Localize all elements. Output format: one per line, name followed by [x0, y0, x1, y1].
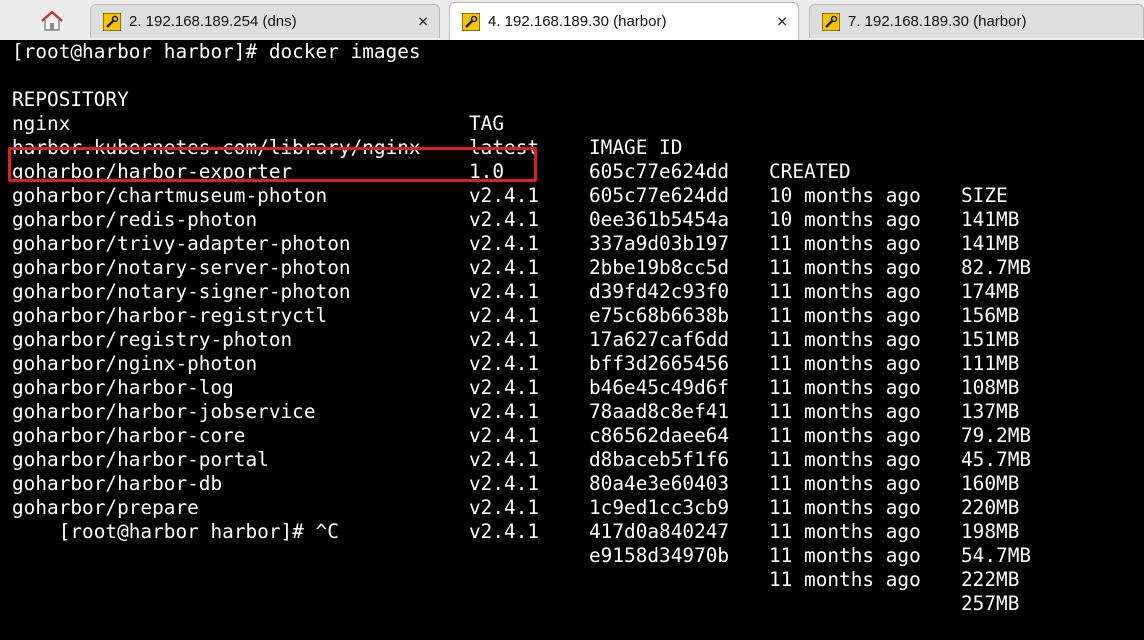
table-row: goharbor/harbor-jobservice v2.4.1 d8bace… [0, 376, 1144, 519]
tab-label: 4. 192.168.189.30 (harbor) [488, 13, 667, 30]
size-cell: 198MB [961, 520, 1020, 543]
table-row: goharbor/prepare v2.4.1 e9158d34970b 11 … [0, 472, 1144, 615]
tab-bar: 2. 192.168.189.254 (dns) ✕ 4. 192.168.18… [0, 0, 1144, 40]
image-id-cell: 417d0a840247 [589, 520, 730, 543]
size-cell: 257MB [961, 592, 1020, 615]
home-icon [41, 10, 63, 31]
close-icon[interactable]: ✕ [417, 13, 429, 30]
image-id-cell: e9158d34970b [589, 544, 730, 567]
wrench-icon [462, 12, 480, 31]
tab-session-4[interactable]: 4. 192.168.189.30 (harbor) ✕ [449, 2, 799, 40]
table-row: goharbor/notary-server-photon v2.4.1 e75… [0, 232, 1144, 375]
size-cell: 54.7MB [961, 544, 1032, 567]
image-id-cell: 1c9ed1cc3cb9 [589, 496, 730, 519]
table-row: goharbor/harbor-log v2.4.1 c86562daee64 … [0, 352, 1144, 495]
highlight-box [8, 147, 537, 182]
close-icon[interactable]: ✕ [776, 13, 788, 30]
created-cell: 11 months ago [769, 496, 921, 519]
tab-label: 7. 192.168.189.30 (harbor) [848, 13, 1027, 30]
terminal-output[interactable]: [root@harbor harbor]# docker images REPO… [0, 40, 1144, 615]
tag-cell: v2.4.1 [469, 520, 540, 543]
table-row: goharbor/notary-signer-photon v2.4.1 17a… [0, 256, 1144, 399]
table-row: goharbor/harbor-registryctl v2.4.1 bff3d… [0, 280, 1144, 423]
home-button[interactable] [28, 6, 76, 36]
created-cell: 11 months ago [769, 544, 921, 567]
table-row: goharbor/harbor-db v2.4.1 417d0a840247 1… [0, 448, 1144, 591]
table-row: nginx latest 605c77e624dd 10 months ago … [0, 88, 1144, 231]
tab-label: 2. 192.168.189.254 (dns) [129, 13, 297, 30]
table-row: goharbor/harbor-core v2.4.1 80a4e3e60403… [0, 400, 1144, 543]
command-line: [root@harbor harbor]# docker images [12, 40, 421, 63]
table-header: REPOSITORY TAG IMAGE ID CREATED SIZE [0, 64, 1144, 207]
table-row: goharbor/trivy-adapter-photon v2.4.1 d39… [0, 208, 1144, 351]
tab-session-2[interactable]: 2. 192.168.189.254 (dns) ✕ [90, 4, 440, 38]
tag-cell: v2.4.1 [469, 496, 540, 519]
created-cell: 11 months ago [769, 568, 921, 591]
size-cell: 222MB [961, 568, 1020, 591]
table-row: harbor.kubernetes.com/library/nginx 1.0 … [0, 112, 1144, 255]
table-row: goharbor/nginx-photon v2.4.1 78aad8c8ef4… [0, 328, 1144, 471]
tab-session-7[interactable]: 7. 192.168.189.30 (harbor) [809, 4, 1144, 38]
wrench-icon [103, 12, 121, 31]
prompt-text: [root@harbor harbor]# ^C [58, 520, 339, 543]
size-cell: 220MB [961, 496, 1020, 519]
table-row: goharbor/harbor-portal v2.4.1 1c9ed1cc3c… [0, 424, 1144, 567]
table-row: goharbor/registry-photon v2.4.1 b46e45c4… [0, 304, 1144, 447]
created-cell: 11 months ago [769, 520, 921, 543]
wrench-icon [822, 12, 840, 31]
prompt-line: [root@harbor harbor]# ^C [12, 496, 339, 543]
table-row: goharbor/redis-photon v2.4.1 2bbe19b8cc5… [0, 184, 1144, 327]
